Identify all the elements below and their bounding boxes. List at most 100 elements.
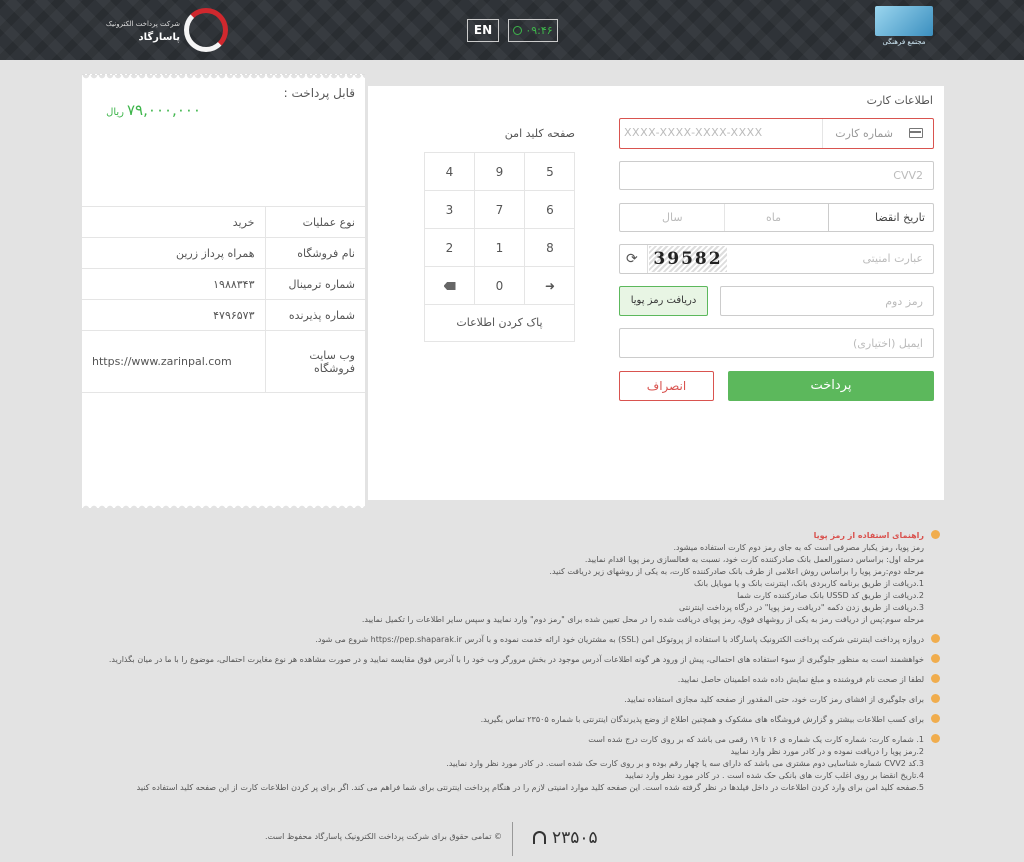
pasargad-mark-icon <box>184 8 228 52</box>
card-info-title: اطلاعات کارت <box>866 94 933 107</box>
cancel-button[interactable]: انصراف <box>619 371 714 401</box>
keypad-key[interactable]: 8 <box>525 229 575 267</box>
email-input[interactable]: ایمیل (اختیاری) <box>853 337 923 350</box>
guide-block: راهنمای استفاده از رمز پویا رمز پویا، رم… <box>82 530 940 626</box>
card-info-panel: اطلاعات کارت صفحه کلید امن 4 9 5 3 7 6 2… <box>368 86 944 500</box>
info-lock-icon <box>931 634 940 643</box>
bird-logo-icon <box>875 6 933 36</box>
guide-line: برای کسب اطلاعات بیشتر و گزارش فروشگاه ه… <box>480 715 924 724</box>
get-dynamic-password-button[interactable]: دریافت رمز پویا <box>619 286 708 316</box>
footer: © تمامی حقوق برای شرکت پرداخت الکترونیک … <box>250 822 610 856</box>
expiry-month-input[interactable]: ماه <box>766 211 781 224</box>
keypad-next-key[interactable]: ➜ <box>525 267 575 305</box>
language-switch-button[interactable]: EN <box>467 19 499 42</box>
headset-icon <box>533 831 546 844</box>
captcha-field[interactable]: ⟳ 39582 عبارت امنیتی <box>619 244 934 274</box>
guide-block: برای جلوگیری از افشای رمز کارت خود، حتی … <box>82 694 940 706</box>
guide-line: لطفا از صحت نام فروشنده و مبلغ نمایش داد… <box>677 675 924 684</box>
payable-amount: ۷۹,۰۰۰,۰۰۰ریال <box>106 101 201 119</box>
card-number-field[interactable]: شماره کارت XXXX-XXXX-XXXX-XXXX <box>619 118 934 149</box>
card-number-label: شماره کارت <box>835 127 893 140</box>
captcha-input[interactable]: عبارت امنیتی <box>863 252 923 265</box>
pay-button[interactable]: پرداخت <box>728 371 934 401</box>
guide-block: 1. شماره کارت: شماره کارت یک شماره ی ۱۶ … <box>82 734 940 794</box>
field-divider <box>828 204 829 231</box>
expiry-year-input[interactable]: سال <box>662 211 683 224</box>
keypad-key[interactable]: 6 <box>525 191 575 229</box>
payable-label: قابل پرداخت : <box>283 86 355 100</box>
row-value: ۴۷۹۶۵۷۳ <box>82 299 265 331</box>
keypad-key[interactable]: 0 <box>475 267 525 305</box>
clear-data-button[interactable]: پاک کردن اطلاعات <box>425 305 574 341</box>
keypad-key[interactable]: 3 <box>425 191 475 229</box>
guide-line: خواهشمند است به منظور جلوگیری از سوء است… <box>108 655 924 664</box>
copyright-text: © تمامی حقوق برای شرکت پرداخت الکترونیک … <box>265 832 502 841</box>
row-key: وب سایت فروشگاه <box>264 330 365 393</box>
backspace-icon <box>443 282 456 290</box>
card-number-input[interactable]: XXXX-XXXX-XXXX-XXXX <box>624 126 763 139</box>
table-row: شماره ترمینال ۱۹۸۸۳۴۳ <box>82 268 365 300</box>
second-password-input[interactable]: رمز دوم <box>885 295 923 308</box>
info-lock-icon <box>931 530 940 539</box>
guide-line: رمز پویا، رمز یکبار مصرفی است که به جای … <box>673 543 924 552</box>
row-value: ۱۹۸۸۳۴۳ <box>82 268 265 300</box>
captcha-image: 39582 <box>649 246 727 272</box>
second-password-field[interactable]: رمز دوم <box>720 286 934 316</box>
refresh-captcha-icon[interactable]: ⟳ <box>626 252 640 266</box>
table-row: وب سایت فروشگاه https://www.zarinpal.com <box>82 330 365 393</box>
email-field[interactable]: ایمیل (اختیاری) <box>619 328 934 358</box>
guide-block: برای کسب اطلاعات بیشتر و گزارش فروشگاه ه… <box>82 714 940 726</box>
field-divider <box>647 245 648 273</box>
logo-name: پاسارگاد <box>138 32 180 43</box>
merchant-website: https://www.zarinpal.com <box>82 330 265 393</box>
guide-line: مرحله سوم:پس از دریافت رمز به یکی از روش… <box>361 615 924 624</box>
keypad-key[interactable]: 5 <box>525 153 575 191</box>
currency-label: ریال <box>106 107 124 118</box>
field-divider <box>822 119 823 148</box>
field-divider <box>724 204 725 231</box>
keypad-backspace-key[interactable] <box>425 267 475 305</box>
guide-block: خواهشمند است به منظور جلوگیری از سوء است… <box>82 654 940 666</box>
guide-line: 5.صفحه کلید امن برای وارد کردن اطلاعات د… <box>136 783 924 792</box>
table-row: نوع عملیات خرید <box>82 206 365 238</box>
guide-line: 4.تاریخ انقضا بر روی اغلب کارت های بانکی… <box>624 771 924 780</box>
table-row: شماره پذیرنده ۴۷۹۶۵۷۳ <box>82 299 365 331</box>
guide-line: 3.دریافت از طریق زدن دکمه "دریافت رمز پو… <box>679 603 924 612</box>
info-lock-icon <box>931 734 940 743</box>
cvv2-input[interactable]: CVV2 <box>893 169 923 182</box>
cultural-complex-logo: مجتمع فرهنگی <box>875 6 933 52</box>
guide-line: 3.کد CVV2 شماره شناسایی دوم مشتری می باش… <box>446 759 924 768</box>
logo-subtitle: شرکت پرداخت الکترونیک <box>105 20 180 28</box>
support-phone: ۲۳۵۰۵ <box>533 828 598 848</box>
guide-title: راهنمای استفاده از رمز پویا <box>813 531 924 540</box>
expiry-label: تاریخ انقضا <box>875 211 925 224</box>
keypad-key[interactable]: 1 <box>475 229 525 267</box>
expiry-field: تاریخ انقضا ماه سال <box>619 203 934 232</box>
info-lock-icon <box>931 714 940 723</box>
footer-divider <box>512 822 513 856</box>
clock-icon <box>513 26 523 35</box>
pasargad-logo: شرکت پرداخت الکترونیک پاسارگاد <box>100 8 228 52</box>
keypad-key[interactable]: 4 <box>425 153 475 191</box>
timer-value: ۰۹:۴۶ <box>525 24 553 37</box>
row-key: شماره ترمینال <box>264 268 365 300</box>
guide-line: 1.دریافت از طریق برنامه کاربردی بانک، ای… <box>694 579 924 588</box>
usage-guide: راهنمای استفاده از رمز پویا رمز پویا، رم… <box>82 530 940 802</box>
guide-line: 2.رمز پویا را دریافت نموده و در کادر مور… <box>730 747 924 756</box>
cvv2-field[interactable]: CVV2 <box>619 161 934 190</box>
guide-line: مرحله اول: براساس دستورالعمل بانک صادرکن… <box>584 555 924 564</box>
arrow-right-icon: ➜ <box>544 279 556 293</box>
keypad-key[interactable]: 7 <box>475 191 525 229</box>
row-value: همراه پرداز زرین <box>82 237 265 269</box>
header-bar: مجتمع فرهنگی EN ۰۹:۴۶ شرکت پرداخت الکترو… <box>0 0 1024 60</box>
guide-line: 2.دریافت از طریق کد USSD بانک صادرکننده … <box>737 591 924 600</box>
credit-card-icon <box>909 128 923 138</box>
guide-line: برای جلوگیری از افشای رمز کارت خود، حتی … <box>624 695 924 704</box>
info-lock-icon <box>931 674 940 683</box>
keypad-key[interactable]: 9 <box>475 153 525 191</box>
guide-block: دروازه پرداخت اینترنتی شرکت پرداخت الکتر… <box>82 634 940 646</box>
row-key: شماره پذیرنده <box>264 299 365 331</box>
info-lock-icon <box>931 694 940 703</box>
secure-keypad: 4 9 5 3 7 6 2 1 8 0 ➜ پاک کردن اطلاعات <box>424 152 575 342</box>
keypad-key[interactable]: 2 <box>425 229 475 267</box>
